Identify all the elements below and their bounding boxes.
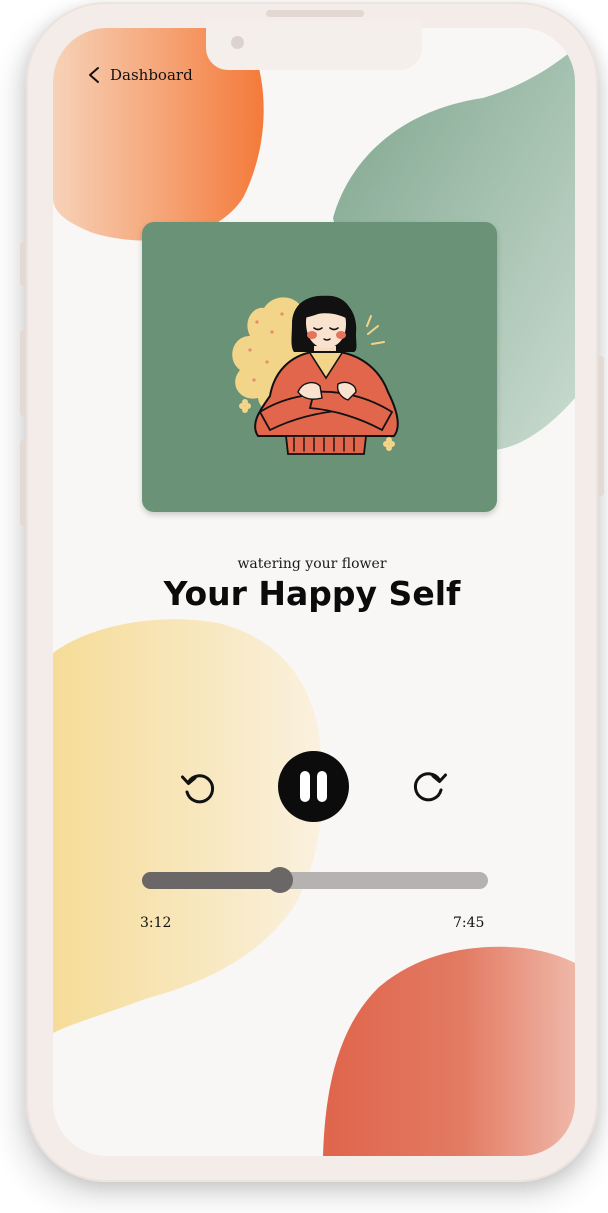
rotate-cw-icon [413, 772, 447, 802]
back-button[interactable]: Dashboard [86, 62, 193, 88]
app-stage: Dashboard watering your flower Your Happ… [0, 0, 608, 1213]
blob-yellow [53, 619, 323, 1033]
total-time: 7:45 [453, 915, 485, 931]
forward-button[interactable] [408, 765, 450, 807]
elapsed-time: 3:12 [140, 915, 172, 931]
blob-red [323, 946, 575, 1156]
phone-volume-up [20, 330, 26, 416]
phone-power-button [598, 356, 604, 496]
phone-volume-down [20, 440, 26, 526]
woman-hugging-illustration [232, 295, 399, 455]
back-button-label: Dashboard [110, 66, 193, 84]
track-subtitle: watering your flower [237, 556, 387, 572]
chevron-left-icon [89, 67, 99, 83]
rewind-button[interactable] [178, 767, 220, 809]
album-cover [142, 222, 497, 512]
pause-icon-bar [317, 771, 327, 802]
progress-slider[interactable] [142, 867, 488, 893]
progress-fill [142, 872, 281, 889]
rotate-ccw-icon [181, 774, 215, 804]
track-title: Your Happy Self [163, 574, 461, 613]
phone-side-button [20, 242, 26, 286]
speaker-grille [266, 10, 364, 17]
pause-icon [300, 771, 310, 802]
pause-button[interactable] [278, 751, 349, 822]
front-camera [231, 36, 244, 49]
